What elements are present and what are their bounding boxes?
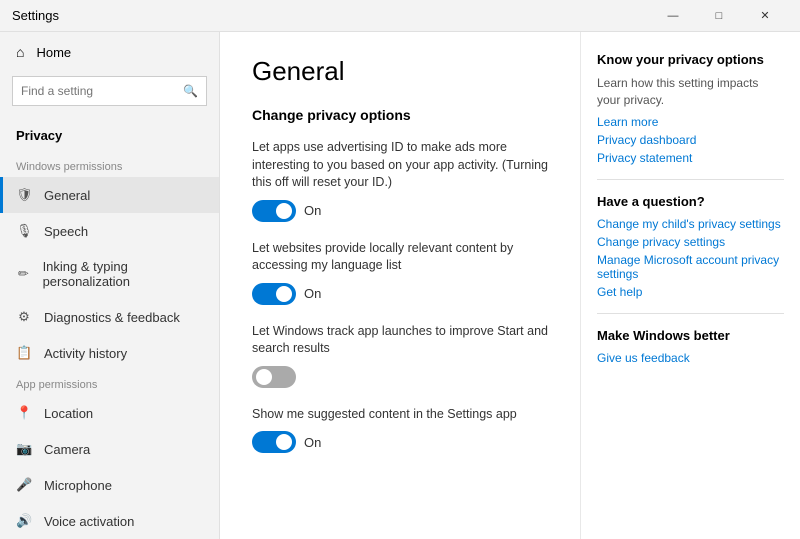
camera-icon: 📷 — [16, 441, 32, 457]
close-button[interactable]: ✕ — [742, 0, 788, 32]
search-box[interactable]: 🔍 — [12, 76, 207, 106]
link-childs-privacy[interactable]: Change my child's privacy settings — [597, 217, 784, 231]
toggle-row-3 — [252, 366, 548, 388]
minimize-button[interactable]: — — [650, 0, 696, 32]
option-language: Let websites provide locally relevant co… — [252, 240, 548, 305]
location-icon: 📍 — [16, 405, 32, 421]
app-permissions-label: App permissions — [0, 371, 219, 395]
search-icon: 🔍 — [183, 84, 198, 98]
sidebar-item-inking[interactable]: ✏ Inking & typing personalization — [0, 249, 219, 299]
sidebar-item-camera[interactable]: 📷 Camera — [0, 431, 219, 467]
sidebar-item-camera-label: Camera — [44, 442, 90, 457]
toggle-suggested-content[interactable] — [252, 431, 296, 453]
sidebar-item-speech[interactable]: 🎙 Speech — [0, 213, 219, 249]
microphone-icon: 🎤 — [16, 477, 32, 493]
toggle-row-1: On — [252, 200, 548, 222]
divider-2 — [597, 313, 784, 314]
option-advertising-id-text: Let apps use advertising ID to make ads … — [252, 139, 548, 192]
sidebar-item-diagnostics-label: Diagnostics & feedback — [44, 310, 180, 325]
title-bar-title: Settings — [12, 8, 59, 23]
toggle-row-4: On — [252, 431, 548, 453]
maximize-button[interactable]: □ — [696, 0, 742, 32]
sidebar-item-location[interactable]: 📍 Location — [0, 395, 219, 431]
divider-1 — [597, 179, 784, 180]
link-manage-account[interactable]: Manage Microsoft account privacy setting… — [597, 253, 784, 281]
toggle-track-launches[interactable] — [252, 366, 296, 388]
sidebar-item-activity-label: Activity history — [44, 346, 127, 361]
link-privacy-dashboard[interactable]: Privacy dashboard — [597, 133, 784, 147]
toggle-knob-4 — [276, 434, 292, 450]
sidebar-item-microphone[interactable]: 🎤 Microphone — [0, 467, 219, 503]
sidebar-item-inking-label: Inking & typing personalization — [43, 259, 203, 289]
home-label: Home — [36, 45, 71, 60]
title-bar: Settings — □ ✕ — [0, 0, 800, 32]
toggle-label-4: On — [304, 435, 321, 450]
link-privacy-statement[interactable]: Privacy statement — [597, 151, 784, 165]
sidebar-item-voice-label: Voice activation — [44, 514, 134, 529]
link-get-help[interactable]: Get help — [597, 285, 784, 299]
right-panel: Know your privacy options Learn how this… — [580, 32, 800, 539]
search-input[interactable] — [21, 84, 177, 98]
activity-icon: 📋 — [16, 345, 32, 361]
toggle-row-2: On — [252, 283, 548, 305]
toggle-knob-1 — [276, 203, 292, 219]
option-suggested-content: Show me suggested content in the Setting… — [252, 406, 548, 454]
make-windows-title: Make Windows better — [597, 328, 784, 343]
home-icon: ⌂ — [16, 44, 24, 60]
know-privacy-description: Learn how this setting impacts your priv… — [597, 75, 784, 109]
toggle-language[interactable] — [252, 283, 296, 305]
link-change-privacy[interactable]: Change privacy settings — [597, 235, 784, 249]
link-learn-more[interactable]: Learn more — [597, 115, 784, 129]
diagnostics-icon: ⚙ — [16, 309, 32, 325]
link-feedback[interactable]: Give us feedback — [597, 351, 784, 365]
toggle-label-1: On — [304, 203, 321, 218]
sidebar-item-speech-label: Speech — [44, 224, 88, 239]
sidebar-item-microphone-label: Microphone — [44, 478, 112, 493]
option-advertising-id: Let apps use advertising ID to make ads … — [252, 139, 548, 222]
sidebar-item-voice[interactable]: 🔊 Voice activation — [0, 503, 219, 539]
have-question-title: Have a question? — [597, 194, 784, 209]
general-icon: 🛡 — [16, 187, 32, 203]
windows-permissions-label: Windows permissions — [0, 153, 219, 177]
page-title: General — [252, 56, 548, 87]
option-suggested-content-text: Show me suggested content in the Setting… — [252, 406, 548, 424]
sidebar-item-home[interactable]: ⌂ Home — [0, 32, 219, 72]
privacy-label: Privacy — [0, 118, 219, 153]
voice-icon: 🔊 — [16, 513, 32, 529]
option-track-launches-text: Let Windows track app launches to improv… — [252, 323, 548, 358]
sidebar-item-diagnostics[interactable]: ⚙ Diagnostics & feedback — [0, 299, 219, 335]
toggle-knob-2 — [276, 286, 292, 302]
sidebar-item-general[interactable]: 🛡 General — [0, 177, 219, 213]
option-track-launches: Let Windows track app launches to improv… — [252, 323, 548, 388]
toggle-knob-3 — [256, 369, 272, 385]
sidebar-item-location-label: Location — [44, 406, 93, 421]
section-title: Change privacy options — [252, 107, 548, 123]
know-privacy-title: Know your privacy options — [597, 52, 784, 67]
speech-icon: 🎙 — [16, 223, 32, 239]
inking-icon: ✏ — [16, 266, 31, 282]
main-content: General Change privacy options Let apps … — [220, 32, 580, 539]
title-bar-controls: — □ ✕ — [650, 0, 788, 32]
sidebar: ⌂ Home 🔍 Privacy Windows permissions 🛡 G… — [0, 32, 220, 539]
toggle-advertising-id[interactable] — [252, 200, 296, 222]
option-language-text: Let websites provide locally relevant co… — [252, 240, 548, 275]
app-layout: ⌂ Home 🔍 Privacy Windows permissions 🛡 G… — [0, 32, 800, 539]
toggle-label-2: On — [304, 286, 321, 301]
sidebar-item-general-label: General — [44, 188, 90, 203]
sidebar-item-activity[interactable]: 📋 Activity history — [0, 335, 219, 371]
